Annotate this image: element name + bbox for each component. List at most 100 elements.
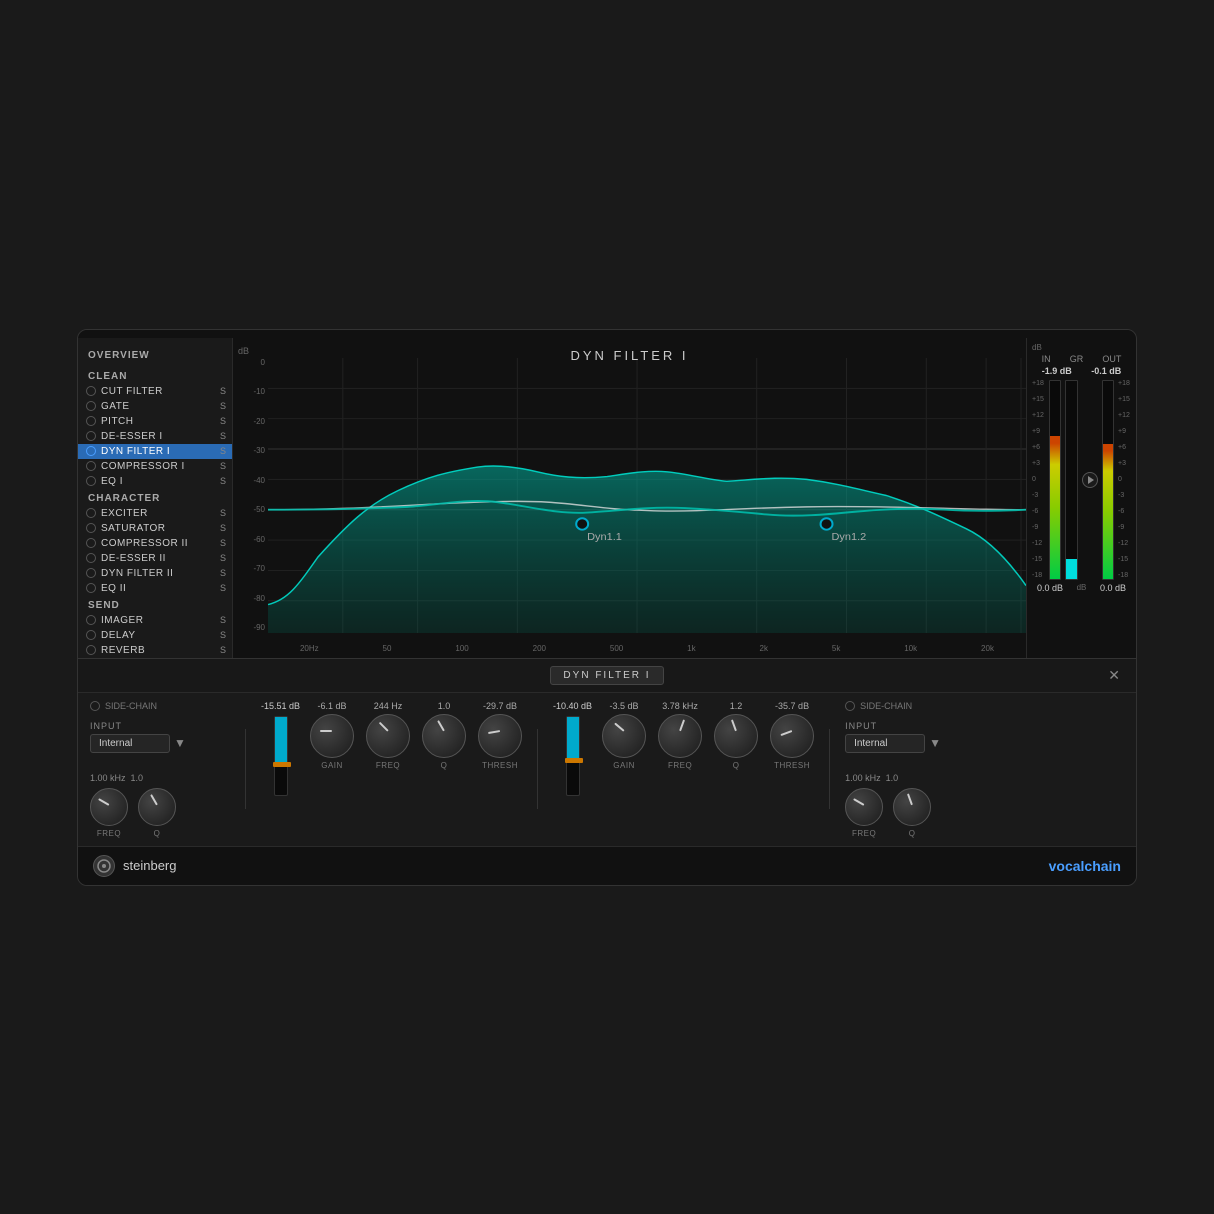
sidebar-overview[interactable]: OVERVIEW [78, 346, 232, 367]
sidebar-section-clean: CLEAN [78, 367, 232, 384]
plugin-window: OVERVIEW CLEAN CUT FILTER S GATE S PI [77, 329, 1137, 886]
dyn1-freq-knob[interactable] [90, 788, 128, 826]
dyn2-fader-section: -10.40 dB [553, 701, 592, 838]
dyn2-knobs-right: FREQ Q [845, 788, 985, 838]
dyn1-q-wrap: 1.0 Q [422, 701, 466, 770]
dyn1-fader-value: -15.51 dB [261, 701, 300, 711]
dyn1-input-arrow[interactable]: ▼ [174, 736, 186, 750]
sidebar-item-compressor-i[interactable]: COMPRESSOR I S [78, 459, 232, 474]
close-button[interactable]: ✕ [1102, 665, 1126, 686]
vocal-chain-logo: vocalchain [1049, 858, 1121, 874]
meter-bottom-db: dB [1077, 583, 1087, 593]
sidebar-section-character: CHARACTER [78, 489, 232, 506]
dot-eq-ii [86, 583, 96, 593]
main-content: OVERVIEW CLEAN CUT FILTER S GATE S PI [78, 338, 1136, 885]
dot-delay [86, 630, 96, 640]
sidebar-item-dyn-filter-ii[interactable]: DYN FILTER II S [78, 566, 232, 581]
dyn1-fader-thumb[interactable] [273, 762, 291, 767]
meter-top-labels: IN GR OUT [1032, 354, 1131, 364]
dyn2-input-select-box[interactable]: Internal [845, 734, 925, 753]
dyn2-fader-thumb[interactable] [565, 758, 583, 763]
db-top-label: dB [238, 346, 249, 356]
sidebar-item-imager[interactable]: IMAGER S [78, 613, 232, 628]
dyn2-freq-val-right: 1.00 kHz [845, 773, 881, 783]
dyn1-input-group: INPUT Internal ▼ [90, 721, 230, 753]
steinberg-svg-icon [97, 859, 111, 873]
sidebar-item-de-esser-ii[interactable]: DE-ESSER II S [78, 551, 232, 566]
db-scale: 0 -10 -20 -30 -40 -50 -60 -70 -80 -90 [233, 358, 268, 633]
sidebar-item-exciter[interactable]: EXCITER S [78, 506, 232, 521]
in-label: IN [1042, 354, 1051, 364]
sidebar-item-eq-i[interactable]: EQ I S [78, 474, 232, 489]
sidebar-item-cut-filter[interactable]: CUT FILTER S [78, 384, 232, 399]
dyn1-gain-knob[interactable] [310, 714, 354, 758]
steinberg-footer: steinberg vocalchain [78, 846, 1136, 885]
dyn1-sidechain-group: SIDE-CHAIN INPUT Internal ▼ 1.00 kHz 1.0 [90, 701, 230, 838]
dyn2-fader-value: -10.40 dB [553, 701, 592, 711]
dyn2-q-knob-right[interactable] [893, 788, 931, 826]
sep-3 [829, 729, 830, 809]
sidebar-item-saturator[interactable]: SATURATOR S [78, 521, 232, 536]
dyn1-thresh-knob[interactable] [478, 714, 522, 758]
dyn2-knobs-section: -3.5 dB GAIN 3.78 kHz FREQ 1.2 Q [602, 701, 814, 838]
sidebar-item-dyn-filter-i[interactable]: DYN FILTER I S [78, 444, 232, 459]
dyn1-input-select-box[interactable]: Internal [90, 734, 170, 753]
out-meter-bar [1102, 380, 1114, 580]
dyn2-thresh-knob[interactable] [770, 714, 814, 758]
in-meter-fill [1050, 436, 1060, 579]
gr-label: GR [1070, 354, 1084, 364]
dyn1-thresh-wrap: -29.7 dB THRESH [478, 701, 522, 770]
dyn2-sidechain-group: SIDE-CHAIN INPUT Internal ▼ 1.00 kHz 1.0 [845, 701, 985, 838]
dyn1-q-knob[interactable] [138, 788, 176, 826]
dyn2-freq-knob[interactable] [658, 714, 702, 758]
dot-compressor-i [86, 461, 96, 471]
chain-text: chain [1084, 858, 1121, 874]
sidebar-section-send: SEND [78, 596, 232, 613]
meter-bottom-in: 0.0 dB [1037, 583, 1063, 593]
out-label: OUT [1102, 354, 1121, 364]
sidebar-item-eq-ii[interactable]: EQ II S [78, 581, 232, 596]
dyn1-q-knob2[interactable] [422, 714, 466, 758]
dyn2-input-arrow[interactable]: ▼ [929, 736, 941, 750]
sidebar-item-compressor-ii[interactable]: COMPRESSOR II S [78, 536, 232, 551]
dyn2-freq-knob-right[interactable] [845, 788, 883, 826]
meter-left-scale: +18 +15 +12 +9 +6 +3 0 -3 -6 -9 -12 -15 … [1032, 380, 1045, 580]
dyn2-fader-track[interactable] [566, 716, 580, 796]
sidebar-item-gate[interactable]: GATE S [78, 399, 232, 414]
meter-db-top: dB [1032, 343, 1131, 352]
dyn1-knobs-section: -6.1 dB GAIN 244 Hz FREQ 1.0 Q [310, 701, 522, 838]
dot-saturator [86, 523, 96, 533]
dyn1-q-val-left: 1.0 [131, 773, 144, 783]
meter-right-scale: +18 +15 +12 +9 +6 +3 0 -3 -6 -9 -12 -15 … [1118, 380, 1131, 580]
svg-text:Dyn1.1: Dyn1.1 [587, 531, 622, 543]
dyn1-knobs-left: FREQ Q [90, 788, 230, 838]
eq-svg-graph: Dyn1.1 Dyn1.2 [268, 358, 1026, 633]
dyn1-sc-label: SIDE-CHAIN [90, 701, 230, 711]
sidebar-item-de-esser-i[interactable]: DE-ESSER I S [78, 429, 232, 444]
eq-title: DYN FILTER I [570, 348, 688, 363]
sidebar: OVERVIEW CLEAN CUT FILTER S GATE S PI [78, 338, 233, 658]
dyn2-input-label: INPUT [845, 721, 985, 731]
meter-section: dB IN GR OUT -1.9 dB -0.1 dB [1026, 338, 1136, 658]
dyn2-sc-dot [845, 701, 855, 711]
dot-dyn-filter-ii [86, 568, 96, 578]
sep-1 [245, 729, 246, 809]
sidebar-item-delay[interactable]: DELAY S [78, 628, 232, 643]
play-button-meter[interactable] [1082, 472, 1098, 488]
gr-value: -0.1 dB [1091, 366, 1121, 376]
dyn2-q-knob[interactable] [714, 714, 758, 758]
dot-de-esser-ii [86, 553, 96, 563]
dyn1-fader-track[interactable] [274, 716, 288, 796]
in-meter-bar [1049, 380, 1061, 580]
lower-header: DYN FILTER I ✕ [78, 659, 1136, 693]
dyn1-freq-val-left: 1.00 kHz [90, 773, 126, 783]
sidebar-item-reverb[interactable]: REVERB S [78, 643, 232, 658]
dyn1-freq-knob2[interactable] [366, 714, 410, 758]
dyn1-input-select: Internal ▼ [90, 734, 230, 753]
gr-meter-bar [1065, 380, 1077, 580]
gr-meter-fill [1066, 559, 1076, 579]
dyn2-gain-knob[interactable] [602, 714, 646, 758]
dyn2-q-wrap: 1.2 Q [714, 701, 758, 770]
upper-section: OVERVIEW CLEAN CUT FILTER S GATE S PI [78, 338, 1136, 658]
sidebar-item-pitch[interactable]: PITCH S [78, 414, 232, 429]
